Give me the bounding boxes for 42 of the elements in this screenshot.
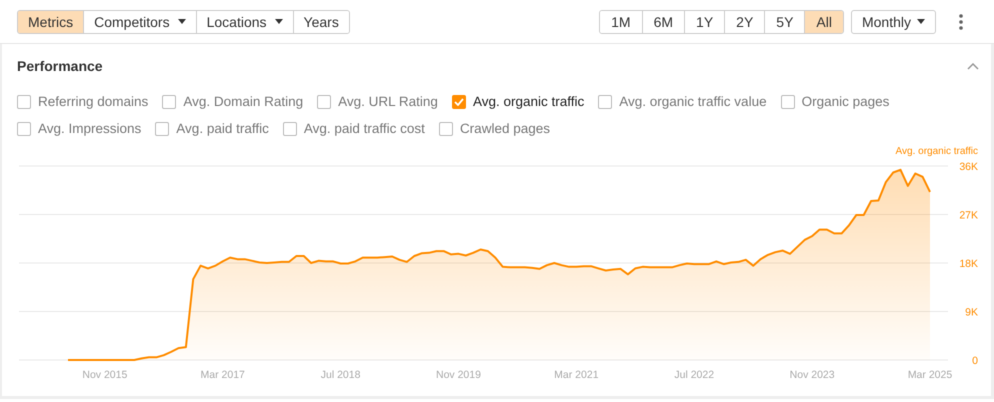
metric-label: Organic pages: [802, 94, 890, 109]
metric-label: Avg. Domain Rating: [183, 94, 304, 109]
view-tab[interactable]: Years: [292, 10, 349, 32]
checkbox[interactable]: [17, 94, 31, 108]
range-tab[interactable]: All: [804, 10, 843, 32]
checkbox[interactable]: [780, 94, 795, 108]
y-axis-label: 18K: [959, 258, 978, 270]
checkbox[interactable]: [317, 94, 332, 108]
checkbox[interactable]: [438, 122, 453, 136]
checkbox[interactable]: [452, 94, 466, 108]
metric-label: Referring domains: [38, 94, 148, 109]
checkbox[interactable]: [155, 122, 170, 136]
x-axis-label: Nov 2015: [82, 369, 128, 381]
interval-dropdown[interactable]: Monthly: [850, 10, 936, 34]
x-axis-label: Nov 2019: [436, 369, 481, 381]
metric-label: Avg. organic traffic: [472, 94, 584, 109]
panel-title: Performance: [17, 58, 103, 74]
y-axis-label: 27K: [959, 210, 978, 222]
x-axis-label: Jul 2018: [320, 369, 360, 381]
more-options-icon[interactable]: [959, 14, 963, 30]
metric-label: Avg. paid traffic cost: [304, 121, 425, 136]
x-axis-label: Nov 2023: [790, 369, 835, 381]
metric-label: Avg. URL Rating: [338, 94, 438, 109]
metric-label: Avg. Impressions: [38, 121, 142, 136]
y-axis-label: 9K: [965, 306, 978, 318]
series-label: Avg. organic traffic: [896, 146, 978, 157]
x-axis-label: Mar 2017: [200, 369, 245, 381]
x-axis-label: Mar 2025: [908, 369, 952, 381]
checkbox[interactable]: [17, 122, 31, 136]
x-axis-label: Mar 2021: [554, 369, 599, 381]
caret-icon: [917, 19, 925, 24]
metric-label: Crawled pages: [460, 121, 550, 136]
metric-label: Avg. paid traffic: [176, 121, 269, 136]
checkbox[interactable]: [598, 94, 612, 108]
y-axis-label: 0: [972, 355, 978, 367]
y-axis-label: 36K: [959, 161, 978, 173]
view-tab[interactable]: Metrics: [18, 10, 84, 32]
checkbox[interactable]: [282, 122, 297, 136]
x-axis-label: Jul 2022: [674, 369, 714, 381]
metric-label: Avg. organic traffic value: [619, 94, 767, 109]
collapse-icon[interactable]: [967, 62, 979, 70]
checkbox[interactable]: [162, 94, 176, 108]
